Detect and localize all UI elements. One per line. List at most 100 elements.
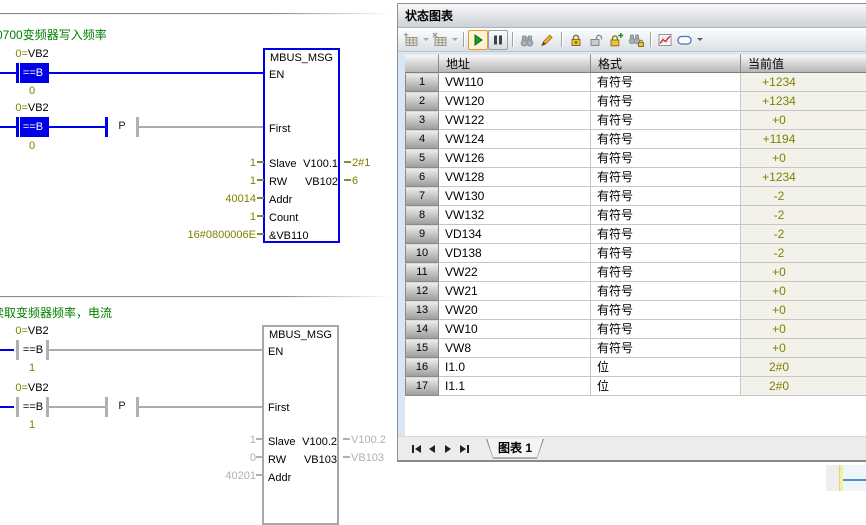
mbus-msg-box[interactable]: MBUS_MSG EN First Slave V100.2 RW VB103 … [262, 325, 339, 525]
cell-address[interactable]: I1.0 [439, 358, 591, 377]
row-number[interactable]: 7 [405, 187, 439, 206]
force-button[interactable] [566, 30, 586, 50]
bookmark-button[interactable] [675, 30, 695, 50]
cell-format[interactable]: 位 [591, 377, 741, 396]
insert-row-button[interactable] [401, 30, 421, 50]
pin-slave-operand[interactable]: V100.2 [292, 436, 337, 448]
trend-view-button[interactable] [655, 30, 675, 50]
cell-format[interactable]: 有符号 [591, 168, 741, 187]
cell-address[interactable]: VW20 [439, 301, 591, 320]
pin-rw-operand[interactable]: VB102 [293, 176, 338, 188]
row-number[interactable]: 10 [405, 244, 439, 263]
contact-operand-label: 0=VB2 [2, 325, 62, 337]
row-number[interactable]: 13 [405, 301, 439, 320]
cell-format[interactable]: 有符号 [591, 206, 741, 225]
compare-contact[interactable]: ==B [20, 117, 46, 137]
compare-contact[interactable]: ==B [20, 340, 46, 360]
inner-margin [398, 52, 405, 439]
cell-address[interactable]: VW21 [439, 282, 591, 301]
positive-edge-contact[interactable]: P [111, 400, 133, 412]
row-number[interactable]: 1 [405, 73, 439, 92]
row-number[interactable]: 5 [405, 149, 439, 168]
positive-edge-contact[interactable]: P [111, 120, 133, 132]
cell-address[interactable]: VD138 [439, 244, 591, 263]
row-number[interactable]: 6 [405, 168, 439, 187]
cell-address[interactable]: VW126 [439, 149, 591, 168]
previous-tab-button[interactable] [424, 442, 440, 456]
last-tab-button[interactable] [456, 442, 472, 456]
cell-address[interactable]: VW110 [439, 73, 591, 92]
row-number[interactable]: 3 [405, 111, 439, 130]
wire [0, 72, 17, 74]
cell-format[interactable]: 有符号 [591, 301, 741, 320]
cell-format[interactable]: 有符号 [591, 187, 741, 206]
cell-address[interactable]: VD134 [439, 225, 591, 244]
row-number[interactable]: 14 [405, 320, 439, 339]
cell-format[interactable]: 位 [591, 358, 741, 377]
cell-format[interactable]: 有符号 [591, 320, 741, 339]
cell-format[interactable]: 有符号 [591, 225, 741, 244]
first-tab-button[interactable] [408, 442, 424, 456]
column-header-current-value[interactable]: 当前值 [741, 54, 866, 73]
column-header-address[interactable]: 地址 [439, 54, 591, 73]
pin-stub [256, 438, 263, 440]
column-header-format[interactable]: 格式 [591, 54, 741, 73]
mbus-msg-box[interactable]: MBUS_MSG EN First Slave V100.1 RW VB102 … [263, 48, 340, 243]
compare-contact[interactable]: ==B [20, 397, 46, 417]
cell-format[interactable]: 有符号 [591, 263, 741, 282]
cell-format[interactable]: 有符号 [591, 282, 741, 301]
read-forced-button[interactable] [626, 30, 646, 50]
cell-address[interactable]: VW124 [439, 130, 591, 149]
pin-input-value: 1 [148, 175, 256, 187]
tab-chart-1[interactable]: 图表 1 [486, 439, 544, 459]
delete-row-dropdown[interactable] [450, 30, 459, 50]
cell-address[interactable]: VW128 [439, 168, 591, 187]
row-number[interactable]: 8 [405, 206, 439, 225]
cell-format[interactable]: 有符号 [591, 244, 741, 263]
cell-address[interactable]: VW122 [439, 111, 591, 130]
cell-address[interactable]: I1.1 [439, 377, 591, 396]
pin-rw-operand[interactable]: VB103 [292, 454, 337, 466]
row-number[interactable]: 2 [405, 92, 439, 111]
next-tab-button[interactable] [440, 442, 456, 456]
cell-format[interactable]: 有符号 [591, 339, 741, 358]
read-all-button[interactable] [517, 30, 537, 50]
row-number[interactable]: 12 [405, 282, 439, 301]
chart-status-button[interactable] [468, 30, 488, 50]
unforce-button[interactable] [586, 30, 606, 50]
row-number[interactable]: 9 [405, 225, 439, 244]
row-number[interactable]: 4 [405, 130, 439, 149]
pin-input-value: 1 [148, 211, 256, 223]
pin-slave-operand[interactable]: V100.1 [293, 158, 338, 170]
cell-format[interactable]: 有符号 [591, 149, 741, 168]
cell-format[interactable]: 有符号 [591, 73, 741, 92]
write-all-button[interactable] [537, 30, 557, 50]
table-row: 17 I1.1 位 2#0 [405, 377, 866, 396]
wire [139, 126, 263, 128]
insert-row-dropdown[interactable] [421, 30, 430, 50]
pause-chart-button[interactable] [488, 30, 508, 50]
table-row: 11 VW22 有符号 +0 [405, 263, 866, 282]
delete-row-button[interactable] [430, 30, 450, 50]
row-number[interactable]: 11 [405, 263, 439, 282]
table-header-row: 地址 格式 当前值 [405, 54, 866, 73]
wire [49, 349, 262, 351]
cell-format[interactable]: 有符号 [591, 111, 741, 130]
pin-dataptr[interactable]: &VB110 [269, 230, 309, 242]
corner-header[interactable] [405, 54, 439, 73]
bookmark-dropdown[interactable] [695, 30, 704, 50]
cell-format[interactable]: 有符号 [591, 92, 741, 111]
cell-format[interactable]: 有符号 [591, 130, 741, 149]
row-number[interactable]: 16 [405, 358, 439, 377]
cell-address[interactable]: VW132 [439, 206, 591, 225]
cell-address[interactable]: VW22 [439, 263, 591, 282]
cell-address[interactable]: VW120 [439, 92, 591, 111]
row-number[interactable]: 17 [405, 377, 439, 396]
force-all-button[interactable] [606, 30, 626, 50]
compare-contact[interactable]: ==B [20, 63, 46, 83]
cell-address[interactable]: VW10 [439, 320, 591, 339]
insert-row-icon [403, 32, 419, 48]
cell-address[interactable]: VW130 [439, 187, 591, 206]
cell-address[interactable]: VW8 [439, 339, 591, 358]
row-number[interactable]: 15 [405, 339, 439, 358]
